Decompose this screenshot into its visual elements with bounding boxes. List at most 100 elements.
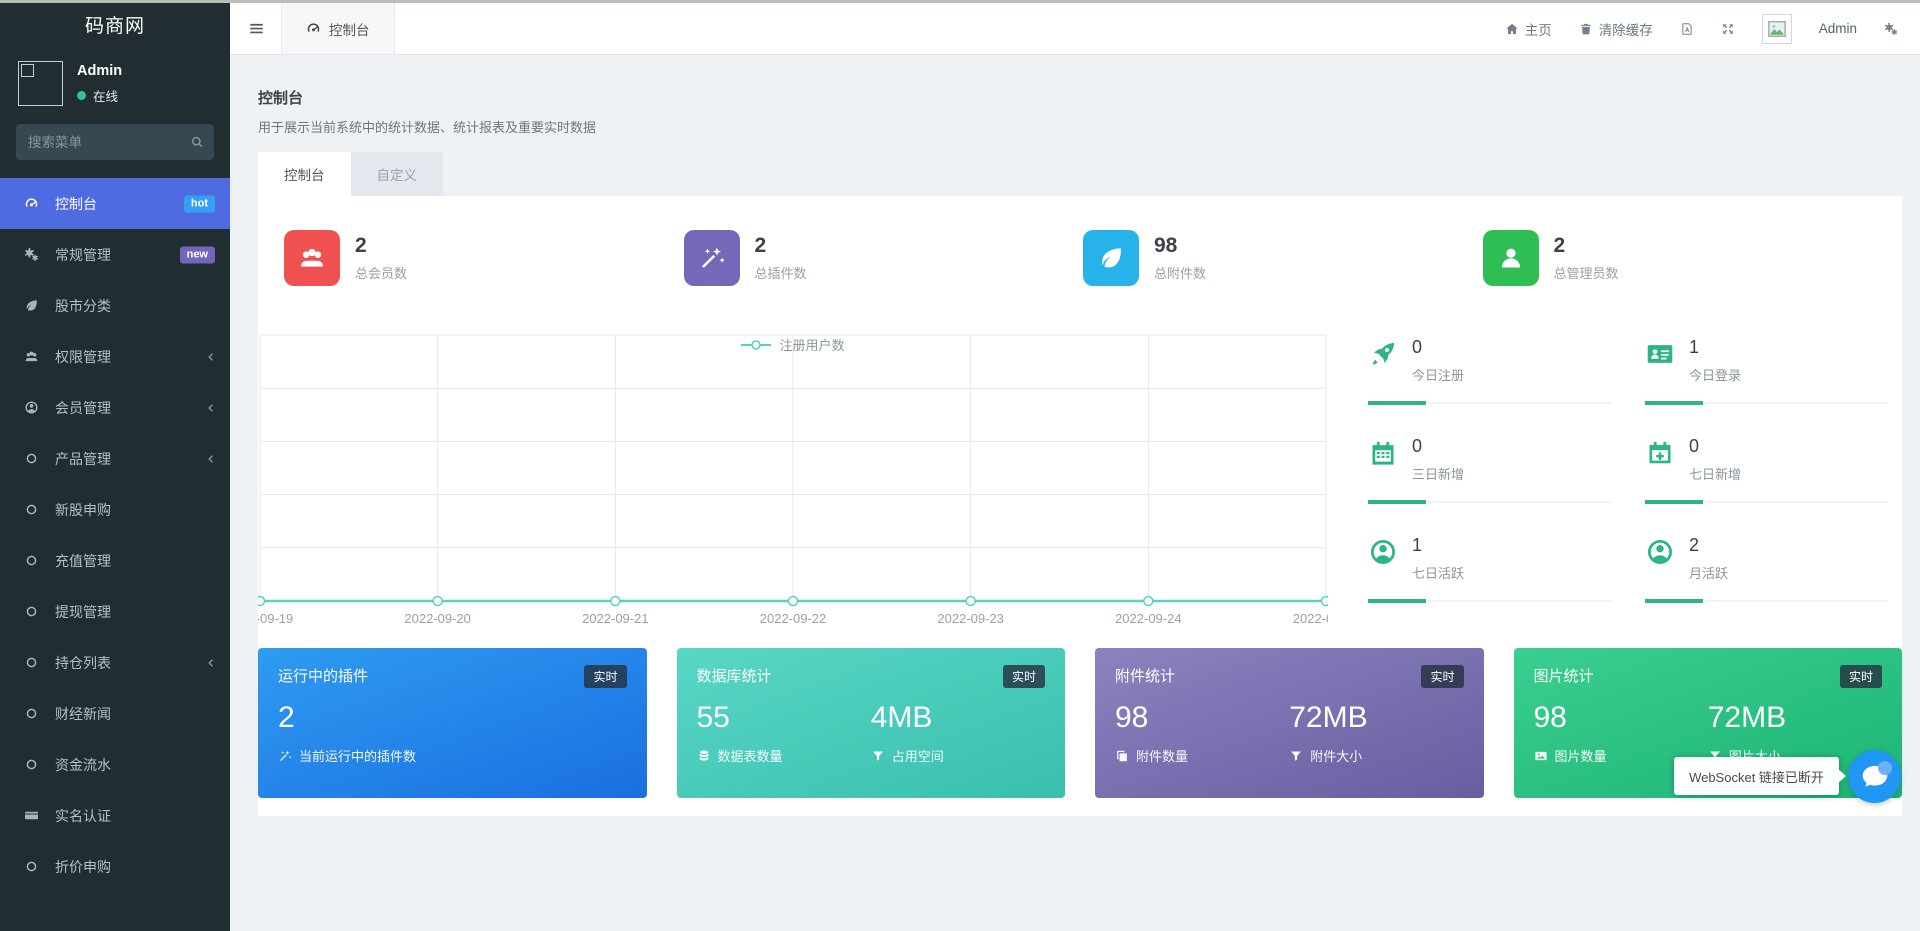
page-head: 控制台 用于展示当前系统中的统计数据、统计报表及重要实时数据 bbox=[258, 87, 1902, 136]
user-circle-icon bbox=[1368, 537, 1398, 567]
metric-value: 72MB bbox=[1707, 701, 1787, 734]
metric-value: 72MB bbox=[1289, 701, 1368, 734]
legend-line-marker-icon bbox=[741, 339, 772, 350]
quick-stat-value: 1 bbox=[1689, 337, 1700, 357]
metric-col: 72MB 附件大小 bbox=[1289, 688, 1463, 765]
quick-stat-value: 0 bbox=[1412, 436, 1423, 456]
dashboard-panel: 2 总会员数 2 总插件数 98 总附件数 2 总管理员数 注册用户数 09-1… bbox=[258, 196, 1902, 816]
metric-value: 4MB bbox=[870, 701, 933, 734]
sidebar-item-label: 充值管理 bbox=[55, 552, 111, 569]
chart-plot-area: 2022-09-19 2022-09-20 2022-09-21 2022-09-22… bbox=[258, 333, 1328, 633]
metric-col: 72MB 图片大小 bbox=[1708, 688, 1882, 765]
metric-label: 附件大小 bbox=[1310, 749, 1363, 764]
stat-value: 2 bbox=[754, 234, 767, 257]
realtime-badge: 实时 bbox=[1002, 665, 1045, 688]
sidebar-item[interactable]: 控制台 hot bbox=[0, 178, 230, 229]
sidebar-item-label: 产品管理 bbox=[55, 450, 111, 467]
sidebar-menu: 控制台 hot 常规管理 new 股市分类 权限管理 会员管理 产品管理 新股申… bbox=[0, 178, 230, 892]
gears-icon[interactable] bbox=[1884, 22, 1898, 36]
sidebar-item[interactable]: 权限管理 bbox=[0, 331, 230, 382]
svg-text:2022-09-20: 2022-09-20 bbox=[404, 611, 471, 626]
sidebar-item[interactable]: 持仓列表 bbox=[0, 637, 230, 688]
quick-stat-text: 1 七日活跃 bbox=[1412, 535, 1464, 582]
menu-badge: hot bbox=[183, 195, 215, 212]
content-tabs: 控制台 自定义 bbox=[258, 152, 1902, 196]
sidebar-item[interactable]: 常规管理 new bbox=[0, 229, 230, 280]
metric-label: 数据表数量 bbox=[717, 749, 783, 764]
sidebar-item[interactable]: 折价申购 bbox=[0, 841, 230, 892]
dashboard-icon bbox=[306, 21, 321, 36]
sidebar-item-label: 新股申购 bbox=[55, 501, 111, 518]
app-logo[interactable]: 码商网 bbox=[0, 3, 230, 51]
sidebar-item-label: 持仓列表 bbox=[55, 654, 111, 671]
metric-card-title: 附件统计 bbox=[1115, 668, 1176, 685]
quick-stat-value: 0 bbox=[1412, 337, 1423, 357]
language-icon[interactable] bbox=[1680, 22, 1694, 36]
chart-legend[interactable]: 注册用户数 bbox=[258, 335, 1328, 354]
home-link[interactable]: 主页 bbox=[1505, 19, 1552, 39]
stat-text: 98 总附件数 bbox=[1154, 234, 1206, 282]
quick-stat-value: 1 bbox=[1412, 535, 1423, 555]
home-icon bbox=[1505, 22, 1519, 36]
stat-label: 总插件数 bbox=[754, 266, 807, 281]
quick-stat-text: 2 月活跃 bbox=[1689, 535, 1728, 582]
page-title: 控制台 bbox=[258, 90, 304, 107]
circle-icon bbox=[24, 604, 46, 619]
svg-text:2022-09-22: 2022-09-22 bbox=[760, 611, 827, 626]
user-panel: Admin 在线 bbox=[0, 51, 230, 118]
chat-button[interactable] bbox=[1848, 750, 1901, 803]
magic-wand-icon bbox=[278, 749, 292, 763]
metric-col: 98 附件数量 bbox=[1115, 688, 1289, 765]
metric-card-body: 55 数据表数量 4MB 占用空间 bbox=[697, 688, 1046, 765]
svg-text:2022-09-24: 2022-09-24 bbox=[1115, 611, 1182, 626]
realtime-badge: 实时 bbox=[584, 665, 627, 688]
credit-card-icon bbox=[24, 808, 46, 823]
metric-label-row: 附件数量 bbox=[1115, 746, 1289, 765]
sidebar-avatar-broken-image-icon bbox=[18, 61, 63, 106]
content-tab[interactable]: 控制台 bbox=[258, 152, 351, 196]
topbar-avatar[interactable] bbox=[1761, 13, 1792, 44]
metric-card-title: 数据库统计 bbox=[696, 668, 772, 685]
quick-stat-text: 0 三日新增 bbox=[1412, 436, 1464, 483]
sidebar-item-label: 资金流水 bbox=[55, 756, 111, 773]
sidebar-item[interactable]: 提现管理 bbox=[0, 586, 230, 637]
metric-value: 98 bbox=[1115, 701, 1149, 734]
magic-wand-icon bbox=[683, 230, 740, 286]
metric-col: 2 当前运行中的插件数 bbox=[278, 688, 452, 765]
metric-card: 附件统计 实时 98 附件数量 72MB 附件大小 bbox=[1095, 648, 1484, 798]
quick-stat-text: 0 今日注册 bbox=[1412, 337, 1464, 384]
menu-search-input[interactable] bbox=[16, 124, 214, 160]
metric-col: 4MB 占用空间 bbox=[871, 688, 1045, 765]
sidebar-item[interactable]: 产品管理 bbox=[0, 433, 230, 484]
fullscreen-icon[interactable] bbox=[1721, 22, 1735, 36]
users-icon bbox=[24, 349, 46, 364]
sidebar-item[interactable]: 新股申购 bbox=[0, 484, 230, 535]
quick-stat-value: 0 bbox=[1689, 436, 1700, 456]
sidebar-item-label: 权限管理 bbox=[55, 348, 111, 365]
sidebar-item[interactable]: 财经新闻 bbox=[0, 688, 230, 739]
content-tab[interactable]: 自定义 bbox=[350, 152, 443, 196]
sidebar-item[interactable]: 会员管理 bbox=[0, 382, 230, 433]
metric-card: 运行中的插件 实时 2 当前运行中的插件数 bbox=[258, 648, 647, 798]
sidebar-item[interactable]: 实名认证 bbox=[0, 790, 230, 841]
stat-label: 总管理员数 bbox=[1553, 266, 1619, 281]
main-content: 控制台 用于展示当前系统中的统计数据、统计报表及重要实时数据 控制台 自定义 2… bbox=[230, 55, 1920, 931]
menu-icon[interactable] bbox=[248, 20, 265, 37]
user-status-label: 在线 bbox=[93, 89, 119, 104]
metric-value: 98 bbox=[1533, 701, 1567, 734]
image-icon bbox=[1534, 749, 1548, 763]
dashboard-icon bbox=[24, 196, 46, 211]
user-icon bbox=[1482, 230, 1539, 286]
stat-text: 2 总插件数 bbox=[755, 234, 807, 282]
sidebar-item[interactable]: 股市分类 bbox=[0, 280, 230, 331]
sidebar-item[interactable]: 资金流水 bbox=[0, 739, 230, 790]
clear-cache-link[interactable]: 清除缓存 bbox=[1579, 19, 1653, 39]
quick-stat-label: 月活跃 bbox=[1689, 566, 1729, 581]
metric-card-head: 运行中的插件 实时 bbox=[278, 665, 627, 688]
topbar-tab-dashboard[interactable]: 控制台 bbox=[281, 3, 395, 54]
user-status: 在线 bbox=[77, 86, 122, 105]
topbar-username[interactable]: Admin bbox=[1819, 21, 1857, 36]
sidebar-item[interactable]: 充值管理 bbox=[0, 535, 230, 586]
chevron-left-icon bbox=[204, 452, 217, 465]
stat-label: 总附件数 bbox=[1154, 266, 1207, 281]
